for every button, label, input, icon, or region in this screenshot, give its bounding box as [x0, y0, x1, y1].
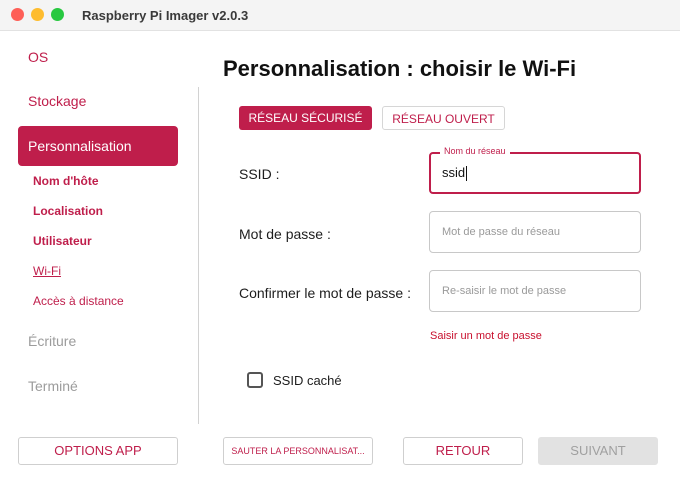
next-button[interactable]: SUIVANT — [538, 437, 658, 465]
ssid-label: SSID : — [239, 166, 280, 182]
minimize-window-icon[interactable] — [31, 8, 44, 21]
sidebar-subitem-localisation[interactable]: Localisation — [33, 204, 103, 218]
back-button[interactable]: RETOUR — [403, 437, 523, 465]
sidebar-subitem-hostname[interactable]: Nom d'hôte — [33, 174, 99, 188]
zoom-window-icon[interactable] — [51, 8, 64, 21]
skip-customisation-button[interactable]: SAUTER LA PERSONNALISAT... — [223, 437, 373, 465]
tab-open-network[interactable]: RÉSEAU OUVERT — [382, 106, 505, 130]
text-caret — [466, 166, 468, 182]
app-options-button[interactable]: OPTIONS APP — [18, 437, 178, 465]
confirm-password-label: Confirmer le mot de passe : — [239, 285, 411, 301]
page-title: Personnalisation : choisir le Wi-Fi — [223, 56, 577, 81]
tab-secured-network[interactable]: RÉSEAU SÉCURISÉ — [239, 106, 372, 130]
sidebar-divider — [198, 87, 199, 424]
confirm-password-input[interactable] — [430, 271, 640, 311]
sidebar-item-customisation[interactable]: Personnalisation — [18, 126, 178, 166]
sidebar-subitem-wifi[interactable]: Wi-Fi — [33, 264, 61, 278]
password-field-box — [429, 211, 641, 253]
password-label: Mot de passe : — [239, 226, 331, 242]
password-error-message: Saisir un mot de passe — [430, 330, 542, 342]
close-window-icon[interactable] — [11, 8, 24, 21]
confirm-password-field-box — [429, 270, 641, 312]
ssid-field[interactable]: Nom du réseau ssid — [429, 146, 641, 194]
hidden-ssid-label[interactable]: SSID caché — [273, 373, 342, 388]
password-input[interactable] — [430, 212, 640, 252]
sidebar-subitem-user[interactable]: Utilisateur — [33, 234, 92, 248]
ssid-float-label: Nom du réseau — [440, 146, 510, 156]
ssid-value: ssid — [442, 165, 466, 180]
hidden-ssid-checkbox[interactable] — [247, 372, 263, 388]
sidebar-item-storage[interactable]: Stockage — [18, 81, 178, 121]
window-title: Raspberry Pi Imager v2.0.3 — [82, 8, 249, 23]
sidebar-item-writing[interactable]: Écriture — [18, 321, 178, 361]
sidebar-item-os[interactable]: OS — [18, 37, 178, 77]
ssid-value-wrap: ssid — [442, 165, 468, 182]
sidebar-item-done[interactable]: Terminé — [18, 366, 178, 406]
window-titlebar: Raspberry Pi Imager v2.0.3 — [0, 0, 680, 31]
sidebar-subitem-remote-access[interactable]: Accès à distance — [33, 294, 124, 308]
